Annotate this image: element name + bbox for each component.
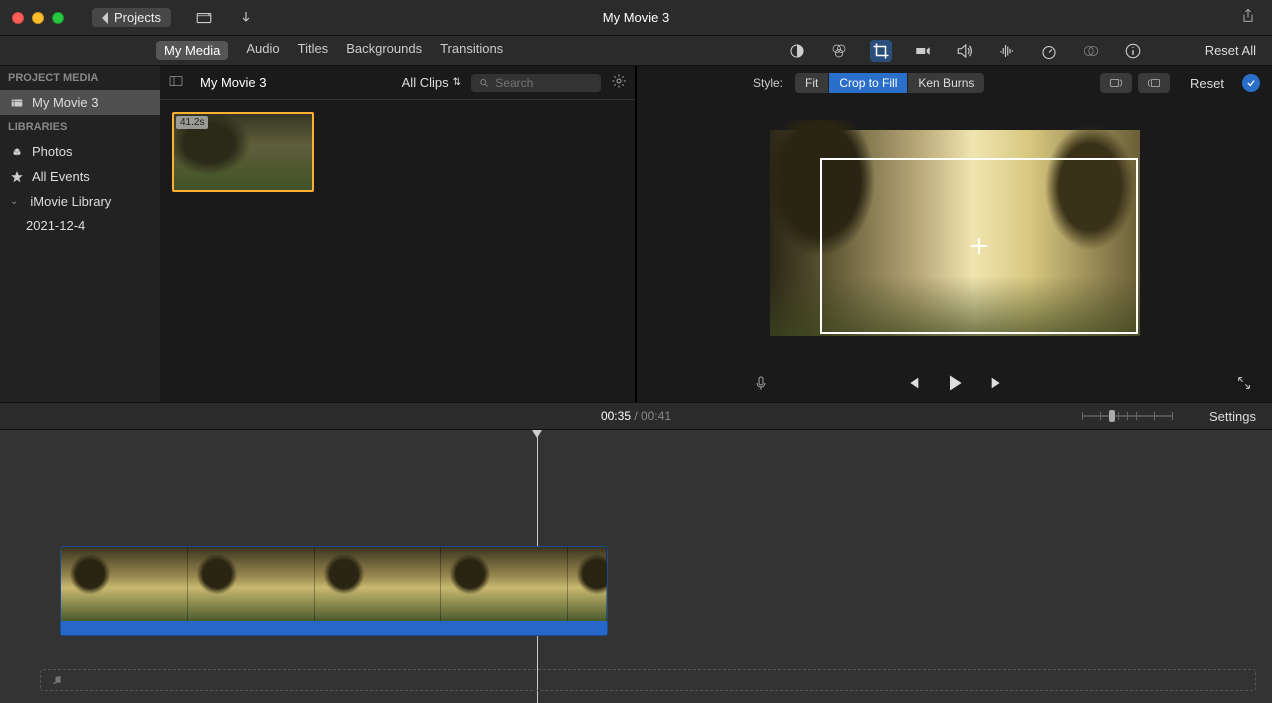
gear-icon[interactable] [611,73,627,92]
search-input[interactable] [495,76,593,90]
color-balance-icon[interactable] [786,40,808,62]
stabilize-icon[interactable] [912,40,934,62]
reset-all-button[interactable]: Reset All [1205,43,1256,58]
tab-transitions[interactable]: Transitions [440,41,503,60]
volume-icon[interactable] [954,40,976,62]
clips-filter-dropdown[interactable]: All Clips⇅ [402,75,461,90]
transport-controls [905,373,1005,396]
viewer-canvas[interactable] [770,130,1140,336]
crop-handle-tl[interactable] [820,158,834,172]
crop-handle-bl[interactable] [820,320,834,334]
zoom-icon[interactable] [52,12,64,24]
photos-label: Photos [32,144,72,159]
browser-title: My Movie 3 [200,75,266,90]
audio-track-well[interactable] [40,669,1256,691]
color-correction-icon[interactable] [828,40,850,62]
section-project-media: PROJECT MEDIA [0,66,160,90]
noise-reduce-icon[interactable] [996,40,1018,62]
sidebar-item-library[interactable]: ⌄ iMovie Library [0,189,160,214]
sidebar-toggle-icon[interactable] [168,73,184,92]
adjust-toolbar [786,40,1144,62]
zoom-slider[interactable] [1082,410,1172,422]
fullscreen-icon[interactable] [1236,375,1252,394]
thumbnail-area: 41.2s [160,100,635,402]
crop-style-row: Style: Fit Crop to Fill Ken Burns Reset [637,66,1272,100]
viewer-canvas-wrap [637,100,1272,366]
window-controls [12,12,64,24]
browser-header: My Movie 3 All Clips⇅ [160,66,635,100]
timeline-clip[interactable] [60,546,608,636]
tab-audio[interactable]: Audio [246,41,279,60]
project-label: My Movie 3 [32,95,98,110]
crop-rectangle[interactable] [820,158,1138,334]
media-tabs: My Media Audio Titles Backgrounds Transi… [0,41,503,60]
rotate-buttons [1100,73,1170,93]
share-button[interactable] [1240,8,1256,27]
crop-handle-tr[interactable] [1124,158,1138,172]
import-icon[interactable] [195,9,213,27]
info-icon[interactable] [1122,40,1144,62]
sidebar-item-all-events[interactable]: All Events [0,164,160,189]
current-time: 00:35 [601,409,631,423]
playback-bar [637,366,1272,402]
sidebar-item-photos[interactable]: Photos [0,139,160,164]
search-field[interactable] [471,74,601,92]
sidebar: PROJECT MEDIA My Movie 3 LIBRARIES Photo… [0,66,160,402]
minimize-icon[interactable] [32,12,44,24]
sidebar-item-event[interactable]: 2021-12-4 [0,214,160,237]
zoom-knob[interactable] [1109,410,1115,422]
speed-icon[interactable] [1038,40,1060,62]
window-title: My Movie 3 [603,10,669,25]
tab-my-media[interactable]: My Media [156,41,228,60]
sidebar-item-project[interactable]: My Movie 3 [0,90,160,115]
prev-button[interactable] [905,375,921,394]
filter-icon[interactable] [1080,40,1102,62]
timecode-display: 00:35 / 00:41 [601,409,671,423]
timeline[interactable] [0,430,1272,703]
crop-style-segment: Fit Crop to Fill Ken Burns [795,73,984,93]
reset-crop-button[interactable]: Reset [1190,76,1224,91]
back-label: Projects [114,10,161,25]
rotate-ccw-button[interactable] [1100,73,1132,93]
play-button[interactable] [945,373,965,396]
media-browser: My Movie 3 All Clips⇅ 41.2s [160,66,635,402]
rotate-cw-button[interactable] [1138,73,1170,93]
tab-backgrounds[interactable]: Backgrounds [346,41,422,60]
toolbar-row: My Media Audio Titles Backgrounds Transi… [0,36,1272,66]
style-label: Style: [753,76,783,90]
tab-titles[interactable]: Titles [298,41,329,60]
enhance-icon[interactable] [644,41,660,60]
crop-icon[interactable] [870,40,892,62]
crop-center-icon [971,238,987,254]
library-label: iMovie Library [30,194,111,209]
style-crop-button[interactable]: Crop to Fill [829,73,908,93]
browser-pane: PROJECT MEDIA My Movie 3 LIBRARIES Photo… [0,66,637,402]
style-fit-button[interactable]: Fit [795,73,829,93]
all-events-label: All Events [32,169,90,184]
timeline-settings-button[interactable]: Settings [1209,409,1256,424]
voiceover-icon[interactable] [753,374,769,395]
main-area: PROJECT MEDIA My Movie 3 LIBRARIES Photo… [0,66,1272,402]
section-libraries: LIBRARIES [0,115,160,139]
chevron-down-icon[interactable]: ⌄ [10,196,18,207]
titlebar: Projects My Movie 3 [0,0,1272,36]
style-kenburns-button[interactable]: Ken Burns [908,73,984,93]
apply-crop-button[interactable] [1242,74,1260,92]
clip-duration-badge: 41.2s [176,116,208,129]
timeline-header: 00:35 / 00:41 Settings [0,402,1272,430]
viewer-pane: Style: Fit Crop to Fill Ken Burns Reset [637,66,1272,402]
total-time: 00:41 [641,409,671,423]
close-icon[interactable] [12,12,24,24]
back-to-projects-button[interactable]: Projects [92,8,171,27]
download-icon[interactable] [237,9,255,27]
next-button[interactable] [989,375,1005,394]
media-clip-thumbnail[interactable]: 41.2s [172,112,314,192]
crop-handle-br[interactable] [1124,320,1138,334]
